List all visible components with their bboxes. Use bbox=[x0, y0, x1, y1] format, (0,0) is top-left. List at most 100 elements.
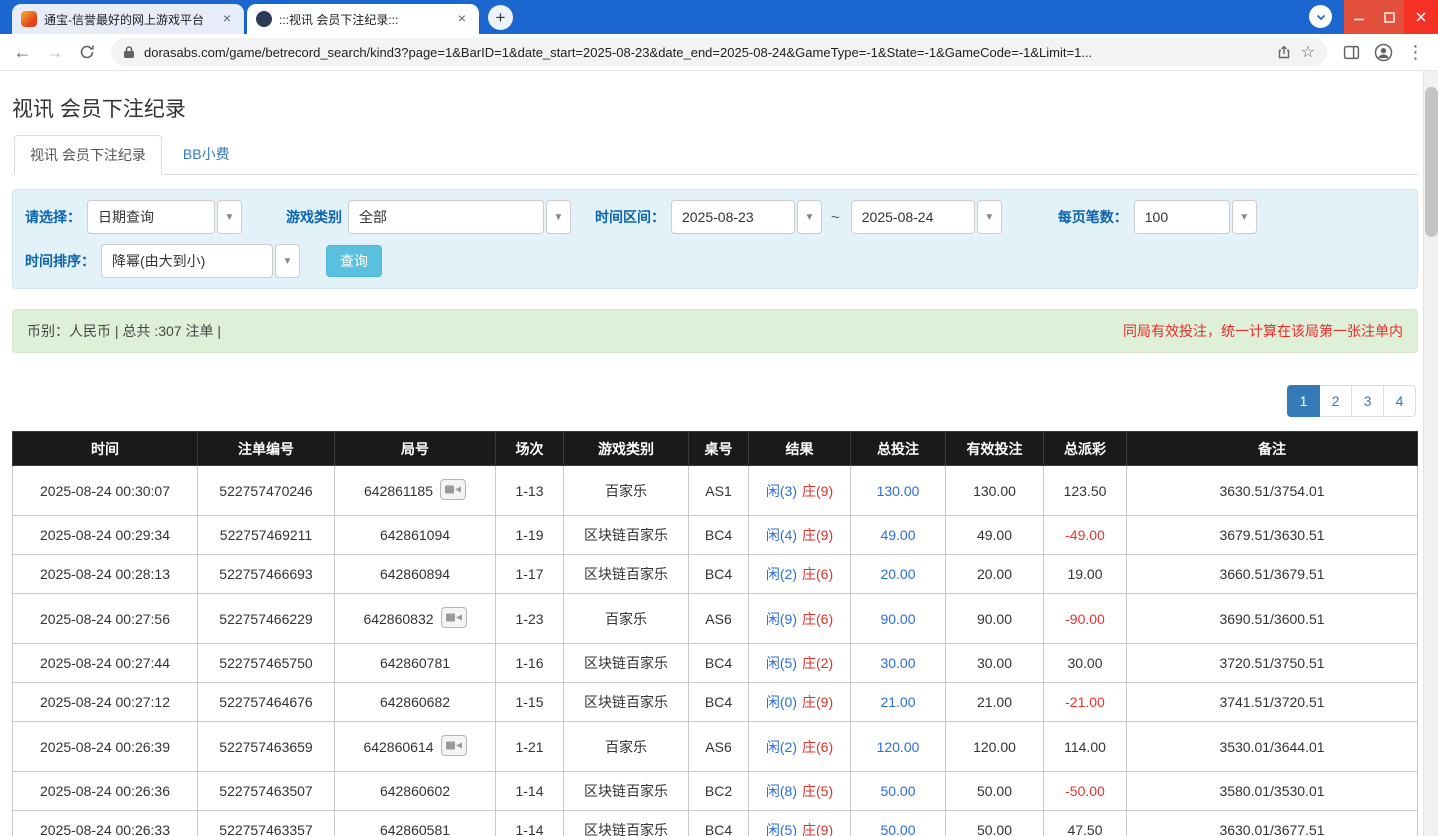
table-row: 2025-08-24 00:27:12 522757464676 642860682… bbox=[12, 682, 1418, 722]
reload-button[interactable] bbox=[72, 38, 101, 67]
cell-payout: -90.00 bbox=[1043, 593, 1127, 644]
cell-payout: 47.50 bbox=[1043, 810, 1127, 836]
column-header: 场次 bbox=[495, 431, 564, 466]
chevron-down-icon[interactable]: ▼ bbox=[546, 200, 571, 234]
result-banker: 庄(9) bbox=[802, 527, 834, 543]
cell-valid-bet: 20.00 bbox=[945, 554, 1044, 594]
browser-menu-icon[interactable]: ⋮ bbox=[1401, 38, 1430, 67]
game-type-select[interactable]: 全部 ▼ bbox=[348, 200, 571, 234]
cell-game-type: 百家乐 bbox=[563, 721, 689, 772]
date-mode-select[interactable]: 日期查询 ▼ bbox=[87, 200, 242, 234]
cell-total-bet: 120.00 bbox=[850, 721, 946, 772]
cell-time: 2025-08-24 00:30:07 bbox=[12, 465, 198, 516]
chevron-down-icon[interactable]: ▼ bbox=[1231, 200, 1257, 234]
tab-close-icon[interactable]: × bbox=[219, 11, 235, 27]
pagination-page-3[interactable]: 3 bbox=[1351, 385, 1384, 417]
scrollbar[interactable] bbox=[1423, 71, 1438, 836]
pagination-page-1[interactable]: 1 bbox=[1287, 385, 1320, 417]
result-player: 闲(2) bbox=[765, 738, 797, 755]
cell-payout: -21.00 bbox=[1043, 682, 1127, 722]
table-row: 2025-08-24 00:28:13 522757466693 642860894… bbox=[12, 554, 1418, 594]
cell-result: 闲(5) 庄(2) bbox=[748, 643, 851, 683]
result-player: 闲(9) bbox=[765, 610, 797, 627]
cell-result: 闲(2) 庄(6) bbox=[748, 721, 851, 772]
tab-title: 通宝-信誉最好的网上游戏平台 bbox=[44, 12, 204, 27]
url-text[interactable]: dorasabs.com/game/betrecord_search/kind3… bbox=[144, 45, 1267, 60]
cell-bet-id: 522757463357 bbox=[197, 810, 335, 836]
bookmark-star-icon[interactable]: ☆ bbox=[1301, 42, 1315, 62]
side-panel-icon[interactable] bbox=[1337, 38, 1366, 67]
cell-game-type: 区块链百家乐 bbox=[563, 810, 689, 836]
chevron-down-icon[interactable]: ▼ bbox=[797, 200, 822, 234]
pagination-page-4[interactable]: 4 bbox=[1383, 385, 1416, 417]
cell-valid-bet: 30.00 bbox=[945, 643, 1044, 683]
chevron-down-icon[interactable]: ▼ bbox=[275, 244, 300, 278]
result-player: 闲(8) bbox=[765, 783, 797, 799]
chevron-down-icon[interactable]: ▼ bbox=[976, 200, 1002, 234]
minimize-button[interactable] bbox=[1344, 0, 1374, 34]
date-start-select[interactable]: 2025-08-23 ▼ bbox=[671, 200, 822, 234]
tab-betrecord[interactable]: 视讯 会员下注纪录 bbox=[14, 135, 162, 175]
pagination-page-2[interactable]: 2 bbox=[1319, 385, 1352, 417]
video-replay-icon[interactable] bbox=[440, 606, 467, 631]
cell-session: 1-19 bbox=[495, 515, 564, 555]
browser-tab-home[interactable]: 通宝-信誉最好的网上游戏平台 × bbox=[12, 4, 244, 34]
cell-game-type: 区块链百家乐 bbox=[563, 554, 689, 594]
result-banker: 庄(9) bbox=[802, 482, 834, 499]
per-page-select[interactable]: 100 ▼ bbox=[1133, 200, 1257, 234]
lock-icon bbox=[123, 45, 135, 59]
video-replay-icon[interactable] bbox=[440, 734, 467, 759]
query-button[interactable]: 查询 bbox=[326, 245, 382, 277]
cell-round-id: 642860894 bbox=[334, 554, 496, 594]
cell-note: 3630.51/3754.01 bbox=[1126, 465, 1418, 516]
site-favicon bbox=[256, 11, 272, 27]
back-button[interactable]: ← bbox=[8, 38, 37, 67]
new-tab-button[interactable]: + bbox=[488, 5, 513, 30]
cell-payout: 123.50 bbox=[1043, 465, 1127, 516]
cell-table-no: BC2 bbox=[688, 771, 749, 811]
cell-session: 1-17 bbox=[495, 554, 564, 594]
cell-result: 闲(5) 庄(9) bbox=[748, 810, 851, 836]
cell-table-no: AS6 bbox=[688, 593, 749, 644]
cell-result: 闲(0) 庄(9) bbox=[748, 682, 851, 722]
table-row: 2025-08-24 00:29:34 522757469211 642861094… bbox=[12, 515, 1418, 555]
tab-search-chevron-icon[interactable] bbox=[1309, 5, 1332, 28]
cell-valid-bet: 120.00 bbox=[945, 721, 1044, 772]
pagination: 1234 bbox=[12, 385, 1416, 417]
cell-time: 2025-08-24 00:28:13 bbox=[12, 554, 198, 594]
summary-bar: 币别：人民币 | 总共 :307 注单 | 同局有效投注，统一计算在该局第一张注… bbox=[12, 309, 1418, 353]
cell-valid-bet: 90.00 bbox=[945, 593, 1044, 644]
cell-session: 1-23 bbox=[495, 593, 564, 644]
game-type-label: 游戏类别 bbox=[286, 209, 342, 225]
column-header: 总投注 bbox=[850, 431, 946, 466]
sort-select[interactable]: 降幂(由大到小) ▼ bbox=[101, 244, 300, 278]
cell-session: 1-21 bbox=[495, 721, 564, 772]
cell-time: 2025-08-24 00:27:44 bbox=[12, 643, 198, 683]
sort-label: 时间排序： bbox=[25, 253, 95, 269]
date-end-select[interactable]: 2025-08-24 ▼ bbox=[850, 200, 1002, 234]
cell-note: 3679.51/3630.51 bbox=[1126, 515, 1418, 555]
per-page-label: 每页笔数： bbox=[1057, 209, 1128, 225]
column-header: 局号 bbox=[334, 431, 496, 466]
tab-bb-tip[interactable]: BB小费 bbox=[168, 135, 245, 174]
tab-close-icon[interactable]: × bbox=[454, 11, 470, 27]
browser-tab-betrecord[interactable]: :::视讯 会员下注纪录::: × bbox=[247, 4, 479, 34]
maximize-button[interactable] bbox=[1374, 0, 1404, 34]
summary-notice: 同局有效投注，统一计算在该局第一张注单内 bbox=[1123, 323, 1403, 339]
close-button[interactable] bbox=[1404, 0, 1438, 34]
forward-button[interactable]: → bbox=[40, 38, 69, 67]
table-row: 2025-08-24 00:26:33 522757463357 642860581… bbox=[12, 810, 1418, 836]
cell-table-no: AS6 bbox=[688, 721, 749, 772]
result-player: 闲(5) bbox=[765, 655, 797, 671]
site-favicon bbox=[21, 11, 37, 27]
scrollbar-thumb[interactable] bbox=[1425, 87, 1438, 237]
cell-total-bet: 130.00 bbox=[850, 465, 946, 516]
cell-session: 1-16 bbox=[495, 643, 564, 683]
url-bar[interactable]: dorasabs.com/game/betrecord_search/kind3… bbox=[111, 38, 1327, 66]
page-tabs: 视讯 会员下注纪录 BB小费 bbox=[12, 135, 1418, 175]
video-replay-icon[interactable] bbox=[440, 478, 467, 503]
share-icon[interactable] bbox=[1276, 44, 1292, 60]
cell-session: 1-13 bbox=[495, 465, 564, 516]
chevron-down-icon[interactable]: ▼ bbox=[217, 200, 242, 234]
profile-avatar-icon[interactable] bbox=[1369, 38, 1398, 67]
